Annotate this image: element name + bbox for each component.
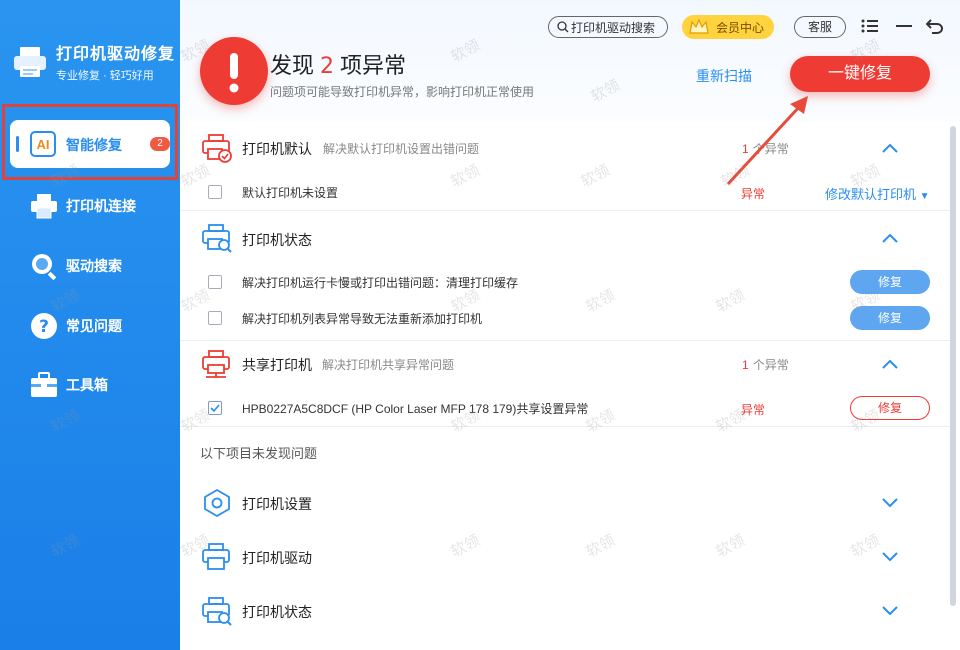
section-title: 打印机默认 [242, 141, 312, 157]
section-title: 打印机设置 [242, 496, 312, 512]
search-icon [557, 21, 569, 33]
item-label: 默认打印机未设置 [242, 186, 339, 200]
active-indicator [16, 136, 19, 152]
vip-center-button[interactable]: 会员中心 [682, 15, 774, 39]
chevron-up-icon[interactable] [880, 231, 900, 245]
chevron-down-icon[interactable] [880, 496, 900, 510]
sidebar-item-label: 打印机连接 [66, 198, 136, 214]
section-printer-driver[interactable]: 打印机驱动 [180, 530, 950, 582]
printer-icon [202, 542, 232, 572]
section-description: 解决默认打印机设置出错问题 [323, 142, 480, 156]
chevron-down-icon[interactable] [880, 604, 900, 618]
section-description: 解决打印机共享异常问题 [322, 358, 455, 372]
chevron-up-icon[interactable] [880, 141, 900, 155]
crown-icon [689, 18, 709, 34]
item-checkbox[interactable] [208, 275, 222, 289]
printer-icon [30, 192, 58, 220]
sidebar-item-printer-connect[interactable]: 打印机连接 [0, 181, 180, 231]
section-issue-count: 1 个异常 [742, 358, 789, 372]
sidebar-item-label: 工具箱 [66, 377, 108, 393]
item-label: 解决打印机列表异常导致无法重新添加打印机 [242, 312, 483, 326]
item-checkbox-checked[interactable] [208, 401, 222, 415]
chevron-up-icon[interactable] [880, 357, 900, 371]
ai-icon: AI [30, 131, 56, 157]
printer-logo-icon [12, 44, 48, 80]
app-subtitle: 专业修复 · 轻巧好用 [56, 70, 154, 82]
app-title: 打印机驱动修复 [56, 46, 176, 63]
driver-search-button[interactable]: 打印机驱动搜索 [548, 16, 668, 38]
sidebar-item-toolbox[interactable]: 工具箱 [0, 360, 180, 410]
printer-shared-icon [202, 349, 232, 379]
section-printer-default: 打印机默认 解决默认打印机设置出错问题 1 个异常 [180, 122, 950, 174]
page-title: 发现 2 项异常 [270, 48, 406, 80]
warning-icon [200, 37, 268, 105]
summary-header: 打印机驱动搜索 会员中心 客服 发现 2 项异常 问题项可能导致打印机异常，影响打印… [180, 0, 960, 122]
title-suffix: 项异常 [340, 54, 407, 79]
no-issue-heading: 以下项目未发现问题 [200, 446, 318, 461]
sidebar-item-label: 驱动搜索 [66, 258, 122, 274]
sidebar-item-driver-search[interactable]: 驱动搜索 [0, 241, 180, 291]
caret-down-icon: ▼ [919, 191, 930, 202]
status-abnormal: 异常 [741, 187, 766, 201]
section-printer-status-ok[interactable]: 打印机状态 [180, 584, 950, 636]
printer-search-icon [202, 223, 232, 253]
section-issue-count: 1 个异常 [742, 142, 789, 156]
status-abnormal: 异常 [741, 403, 766, 417]
scrollbar[interactable] [950, 126, 956, 606]
section-shared-printer: 共享打印机 解决打印机共享异常问题 1 个异常 [180, 341, 950, 393]
item-label: HPB0227A5C8DCF (HP Color Laser MFP 178 1… [242, 402, 589, 416]
rescan-link[interactable]: 重新扫描 [696, 66, 752, 86]
dropdown-label: 修改默认打印机 [825, 187, 917, 202]
issue-count-badge: 2 [150, 137, 170, 151]
section-printer-settings[interactable]: 打印机设置 [180, 476, 950, 528]
fix-button[interactable]: 修复 [850, 270, 930, 294]
section-title: 打印机驱动 [242, 550, 312, 566]
title-prefix: 发现 [270, 54, 315, 79]
question-icon: ? [30, 312, 58, 340]
fix-button[interactable]: 修复 [850, 306, 930, 330]
chevron-down-icon[interactable] [880, 550, 900, 564]
sidebar-item-label: 常见问题 [66, 318, 122, 334]
item-checkbox[interactable] [208, 185, 222, 199]
minimize-icon[interactable] [894, 16, 914, 36]
issue-count: 2 [320, 54, 335, 79]
toolbox-icon [30, 371, 58, 399]
item-checkbox[interactable] [208, 311, 222, 325]
search-icon [30, 252, 58, 280]
section-title: 打印机状态 [242, 232, 312, 248]
fix-button[interactable]: 修复 [850, 396, 930, 420]
customer-service-button[interactable]: 客服 [794, 16, 846, 38]
vip-center-label: 会员中心 [716, 20, 765, 35]
item-label: 解决打印机运行卡慢或打印出错问题：清理打印缓存 [242, 276, 519, 290]
menu-icon[interactable] [860, 16, 880, 36]
section-printer-status: 打印机状态 [180, 211, 950, 263]
hex-settings-icon [202, 488, 232, 518]
driver-search-label: 打印机驱动搜索 [571, 20, 656, 35]
divider [180, 426, 950, 427]
back-icon[interactable] [925, 16, 945, 36]
section-title: 共享打印机 [242, 357, 312, 373]
svg-text:?: ? [39, 317, 49, 337]
section-title: 打印机状态 [242, 604, 312, 620]
printer-check-icon [202, 133, 232, 163]
summary-description: 问题项可能导致打印机异常，影响打印机正常使用 [270, 85, 535, 99]
brand: 打印机驱动修复 专业修复 · 轻巧好用 [12, 40, 175, 83]
printer-search-icon [202, 596, 232, 626]
sidebar-item-faq[interactable]: ? 常见问题 [0, 301, 180, 351]
results-list: 打印机默认 解决默认打印机设置出错问题 1 个异常 默认打印机未设置 异常 修改默… [180, 122, 960, 650]
sidebar-item-smart-fix[interactable]: AI 智能修复 2 [10, 120, 170, 168]
sidebar: 打印机驱动修复 专业修复 · 轻巧好用 AI 智能修复 2 打印机连接 驱动搜索… [0, 0, 180, 650]
change-default-printer-dropdown[interactable]: 修改默认打印机 ▼ [825, 184, 930, 203]
sidebar-item-label: 智能修复 [66, 137, 122, 153]
fix-all-button[interactable]: 一键修复 [790, 56, 930, 92]
